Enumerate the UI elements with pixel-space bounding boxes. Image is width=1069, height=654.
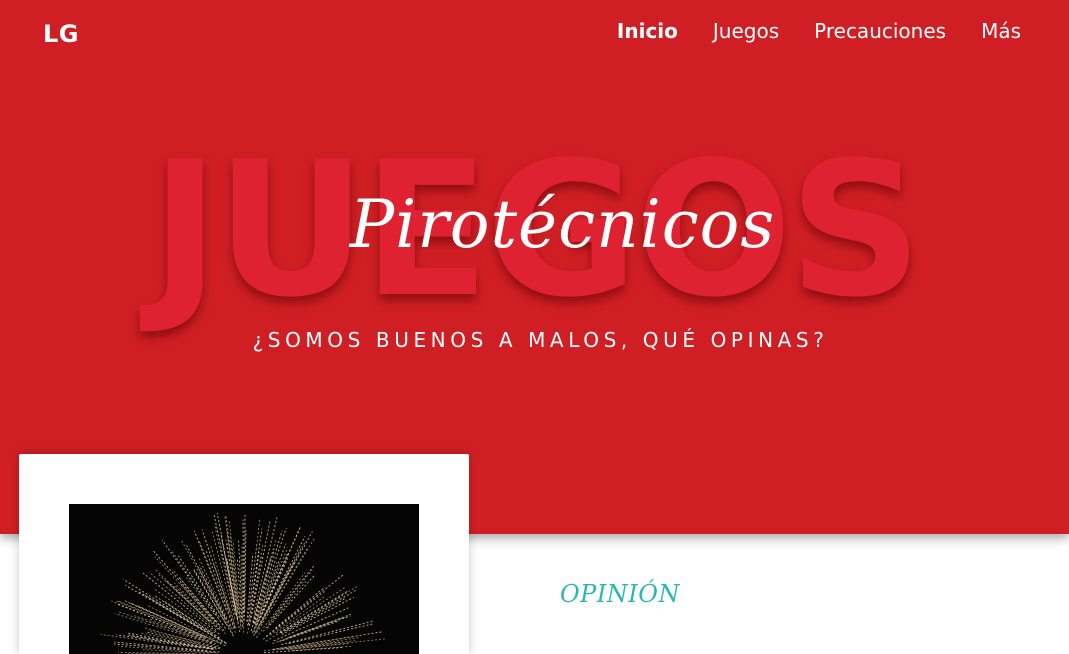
fireworks-graphic: [69, 504, 419, 654]
firework-streak: [226, 516, 238, 606]
image-card: [19, 454, 469, 654]
nav-item-juegos[interactable]: Juegos: [713, 19, 779, 43]
firework-streak: [118, 604, 202, 637]
section-label-opinion: OPINIÓN: [560, 580, 680, 608]
nav-item-inicio[interactable]: Inicio: [617, 19, 678, 43]
nav-item-precauciones[interactable]: Precauciones: [814, 19, 946, 43]
firework-streak: [166, 581, 209, 621]
firework-streak: [254, 526, 301, 632]
firework-streak: [194, 531, 226, 610]
firework-streak: [266, 597, 341, 641]
firework-streak: [287, 586, 359, 629]
firework-streak: [280, 591, 348, 632]
firework-streak: [118, 653, 195, 654]
firework-streak: [245, 530, 246, 611]
firework-streak: [289, 614, 351, 637]
firework-streak: [254, 528, 286, 624]
main-nav: Inicio Juegos Precauciones Más: [617, 19, 1021, 43]
firework-streak: [251, 529, 262, 605]
nav-item-mas[interactable]: Más: [981, 19, 1021, 43]
firework-streak: [248, 555, 253, 606]
firework-streak: [101, 634, 201, 648]
fireworks-image: [69, 504, 419, 654]
hero-title: Pirotécnicos: [0, 180, 1069, 270]
firework-streak: [229, 521, 241, 627]
hero-tagline: ¿SOMOS BUENOS A MALOS, QUÉ OPINAS?: [0, 328, 1069, 352]
firework-streak: [276, 587, 346, 633]
firework-streak: [193, 569, 226, 624]
firework-streak: [247, 553, 253, 621]
firework-streak: [178, 556, 219, 617]
logo[interactable]: LG: [43, 20, 79, 48]
firework-streak: [244, 515, 245, 621]
firework-streak: [256, 544, 286, 624]
